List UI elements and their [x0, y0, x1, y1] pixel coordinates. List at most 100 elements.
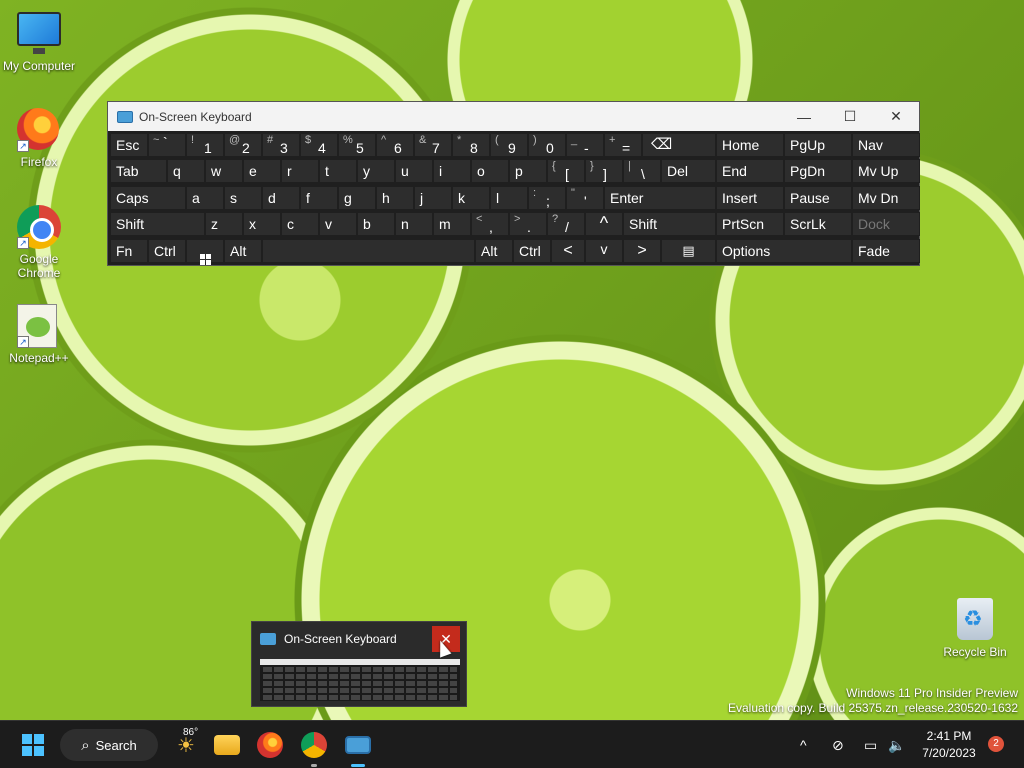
desktop-icon-my-computer[interactable]: My Computer — [0, 12, 78, 73]
key-tilde[interactable]: ~ ` — [148, 133, 186, 157]
taskbar-file-explorer[interactable] — [210, 729, 244, 761]
key-w[interactable]: w — [205, 159, 243, 183]
key-shift-right[interactable]: Shift — [623, 212, 716, 236]
desktop-icon-recycle-bin[interactable]: Recycle Bin — [936, 598, 1014, 659]
taskbar-chrome[interactable] — [297, 729, 331, 767]
key-arrow-down[interactable]: v — [585, 239, 623, 263]
key-mv-up[interactable]: Mv Up — [852, 159, 920, 183]
key-g[interactable]: g — [338, 186, 376, 210]
key-menu[interactable]: ▤ — [661, 239, 716, 263]
key-alt-right[interactable]: Alt — [475, 239, 513, 263]
desktop-icon-firefox[interactable]: ↗ Firefox — [0, 108, 78, 169]
key-j[interactable]: j — [414, 186, 452, 210]
key-e[interactable]: e — [243, 159, 281, 183]
close-button[interactable]: ✕ — [873, 102, 919, 131]
key-h[interactable]: h — [376, 186, 414, 210]
key-0[interactable]: ) 0 — [528, 133, 566, 157]
key-s[interactable]: s — [224, 186, 262, 210]
key-esc[interactable]: Esc — [110, 133, 148, 157]
key-shift-left[interactable]: Shift — [110, 212, 205, 236]
key-u[interactable]: u — [395, 159, 433, 183]
key-7[interactable]: & 7 — [414, 133, 452, 157]
key-end[interactable]: End — [716, 159, 784, 183]
desktop-icon-notepad-plus-plus[interactable]: ↗ Notepad++ — [0, 304, 78, 365]
key-9[interactable]: (9 — [490, 133, 528, 157]
key-home[interactable]: Home — [716, 133, 784, 157]
title-bar[interactable]: On-Screen Keyboard — ☐ ✕ — [108, 102, 919, 131]
weather-widget[interactable]: ☀ 86° — [168, 727, 204, 761]
desktop-icon-google-chrome[interactable]: ↗ Google Chrome — [0, 205, 78, 280]
key-enter[interactable]: Enter — [604, 186, 716, 210]
key-minus[interactable]: _ - — [566, 133, 604, 157]
key-mv-dn[interactable]: Mv Dn — [852, 186, 920, 210]
key-n[interactable]: n — [395, 212, 433, 236]
key-1[interactable]: ! 1 — [186, 133, 224, 157]
taskbar-search[interactable]: ⌕ Search — [60, 729, 158, 761]
key-3[interactable]: #3 — [262, 133, 300, 157]
taskbar-on-screen-keyboard[interactable] — [341, 729, 375, 767]
minimize-button[interactable]: — — [781, 102, 827, 131]
key-fn[interactable]: Fn — [110, 239, 148, 263]
key-arrow-up[interactable]: ^ — [585, 212, 623, 236]
key-fade[interactable]: Fade — [852, 239, 920, 263]
taskbar-clock[interactable]: 2:41 PM 7/20/2023 — [912, 728, 986, 762]
key-k[interactable]: k — [452, 186, 490, 210]
key-prtscn[interactable]: PrtScn — [716, 212, 784, 236]
key-f[interactable]: f — [300, 186, 338, 210]
key-arrow-right[interactable]: > — [623, 239, 661, 263]
key-pause[interactable]: Pause — [784, 186, 852, 210]
key-m[interactable]: m — [433, 212, 471, 236]
key-ctrl-left[interactable]: Ctrl — [148, 239, 186, 263]
key-tab[interactable]: Tab — [110, 159, 167, 183]
key-comma[interactable]: <, — [471, 212, 509, 236]
key-slash[interactable]: ? / — [547, 212, 585, 236]
tray-network-status[interactable]: ⊘ — [832, 729, 844, 761]
key-v[interactable]: v — [319, 212, 357, 236]
key-period[interactable]: >. — [509, 212, 547, 236]
key-c[interactable]: c — [281, 212, 319, 236]
key-5[interactable]: % 5 — [338, 133, 376, 157]
taskbar-thumbnail-preview[interactable]: On-Screen Keyboard ✕ — [251, 621, 467, 707]
maximize-button[interactable]: ☐ — [827, 102, 873, 131]
key-i[interactable]: i — [433, 159, 471, 183]
tray-overflow-chevron[interactable]: ^ — [800, 729, 807, 761]
key-left-bracket[interactable]: {[ — [547, 159, 585, 183]
key-l[interactable]: l — [490, 186, 528, 210]
notification-badge[interactable]: 2 — [988, 736, 1004, 752]
key-dock[interactable]: Dock — [852, 212, 920, 236]
key-z[interactable]: z — [205, 212, 243, 236]
key-options[interactable]: Options — [716, 239, 852, 263]
key-y[interactable]: y — [357, 159, 395, 183]
key-ctrl-right[interactable]: Ctrl — [513, 239, 551, 263]
key-pgup[interactable]: PgUp — [784, 133, 852, 157]
key-d[interactable]: d — [262, 186, 300, 210]
key-scrlk[interactable]: ScrLk — [784, 212, 852, 236]
tray-display-status[interactable]: ▭ — [864, 729, 877, 761]
key-backspace[interactable]: ⌫ — [642, 133, 716, 157]
key-pgdn[interactable]: PgDn — [784, 159, 852, 183]
key-space[interactable] — [262, 239, 475, 263]
taskbar-firefox[interactable] — [253, 729, 287, 761]
key-q[interactable]: q — [167, 159, 205, 183]
key-insert[interactable]: Insert — [716, 186, 784, 210]
key-4[interactable]: $4 — [300, 133, 338, 157]
key-nav[interactable]: Nav — [852, 133, 920, 157]
key-semicolon[interactable]: :; — [528, 186, 566, 210]
key-equal[interactable]: + = — [604, 133, 642, 157]
key-del[interactable]: Del — [661, 159, 716, 183]
key-windows[interactable] — [186, 239, 224, 265]
key-caps[interactable]: Caps — [110, 186, 186, 210]
key-alt-left[interactable]: Alt — [224, 239, 262, 263]
start-button[interactable] — [14, 729, 52, 761]
key-o[interactable]: o — [471, 159, 509, 183]
key-2[interactable]: @2 — [224, 133, 262, 157]
key-b[interactable]: b — [357, 212, 395, 236]
key-8[interactable]: * 8 — [452, 133, 490, 157]
key-quote[interactable]: " ' — [566, 186, 604, 210]
key-6[interactable]: ^ 6 — [376, 133, 414, 157]
key-p[interactable]: p — [509, 159, 547, 183]
key-arrow-left[interactable]: < — [551, 239, 585, 263]
key-right-bracket[interactable]: }] — [585, 159, 623, 183]
key-r[interactable]: r — [281, 159, 319, 183]
key-x[interactable]: x — [243, 212, 281, 236]
